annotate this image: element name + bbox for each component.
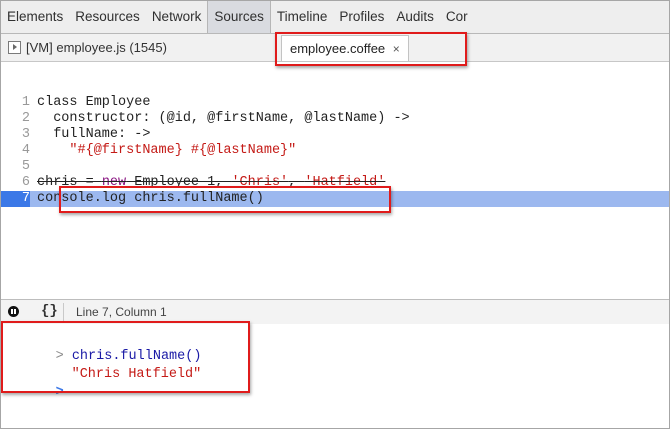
devtools-toolbar: Elements Resources Network Sources Timel…	[1, 1, 669, 34]
pretty-print-button[interactable]: {}	[41, 303, 58, 319]
tab-sources[interactable]: Sources	[207, 1, 271, 33]
code-line[interactable]: 4 "#{@firstName} #{@lastName}"	[1, 143, 669, 159]
line-number[interactable]: 6	[1, 175, 30, 191]
code-line[interactable]: 5	[1, 159, 669, 175]
line-number[interactable]: 4	[1, 143, 30, 159]
pause-on-exceptions-icon[interactable]	[8, 306, 19, 317]
tab-timeline[interactable]: Timeline	[271, 1, 334, 33]
divider	[63, 303, 64, 321]
tab-resources[interactable]: Resources	[69, 1, 146, 33]
annotation-box-console-output	[1, 321, 250, 393]
file-tab-vm-employee-js[interactable]: [VM] employee.js (1545)	[26, 35, 167, 61]
tab-elements[interactable]: Elements	[1, 1, 69, 33]
tab-network[interactable]: Network	[146, 1, 208, 33]
cursor-position: Line 7, Column 1	[76, 305, 167, 319]
tab-profiles[interactable]: Profiles	[333, 1, 390, 33]
code-text: "#{@firstName} #{@lastName}"	[37, 143, 296, 159]
code-line[interactable]: 3 fullName: ->	[1, 127, 669, 143]
annotation-box-coffee-tab	[275, 32, 467, 66]
navigator-toggle-icon[interactable]	[8, 41, 21, 54]
tab-audits[interactable]: Audits	[390, 1, 440, 33]
line-number[interactable]: 3	[1, 127, 30, 143]
annotation-box-console-log-line	[59, 186, 391, 213]
code-line[interactable]: 2 constructor: (@id, @firstName, @lastNa…	[1, 111, 669, 127]
line-number[interactable]: 7	[1, 191, 30, 207]
code-text: constructor: (@id, @firstName, @lastName…	[37, 111, 410, 126]
line-number[interactable]: 5	[1, 159, 30, 175]
code-text: fullName: ->	[37, 127, 151, 142]
line-number[interactable]: 2	[1, 111, 30, 127]
code-string: "#{@firstName} #{@lastName}"	[69, 143, 297, 158]
line-number[interactable]: 1	[1, 95, 30, 111]
devtools-window: Elements Resources Network Sources Timel…	[0, 0, 670, 429]
tab-console-truncated[interactable]: Cor	[440, 1, 474, 33]
code-line[interactable]: 1 class Employee	[1, 95, 669, 111]
code-text: class Employee	[37, 95, 151, 110]
